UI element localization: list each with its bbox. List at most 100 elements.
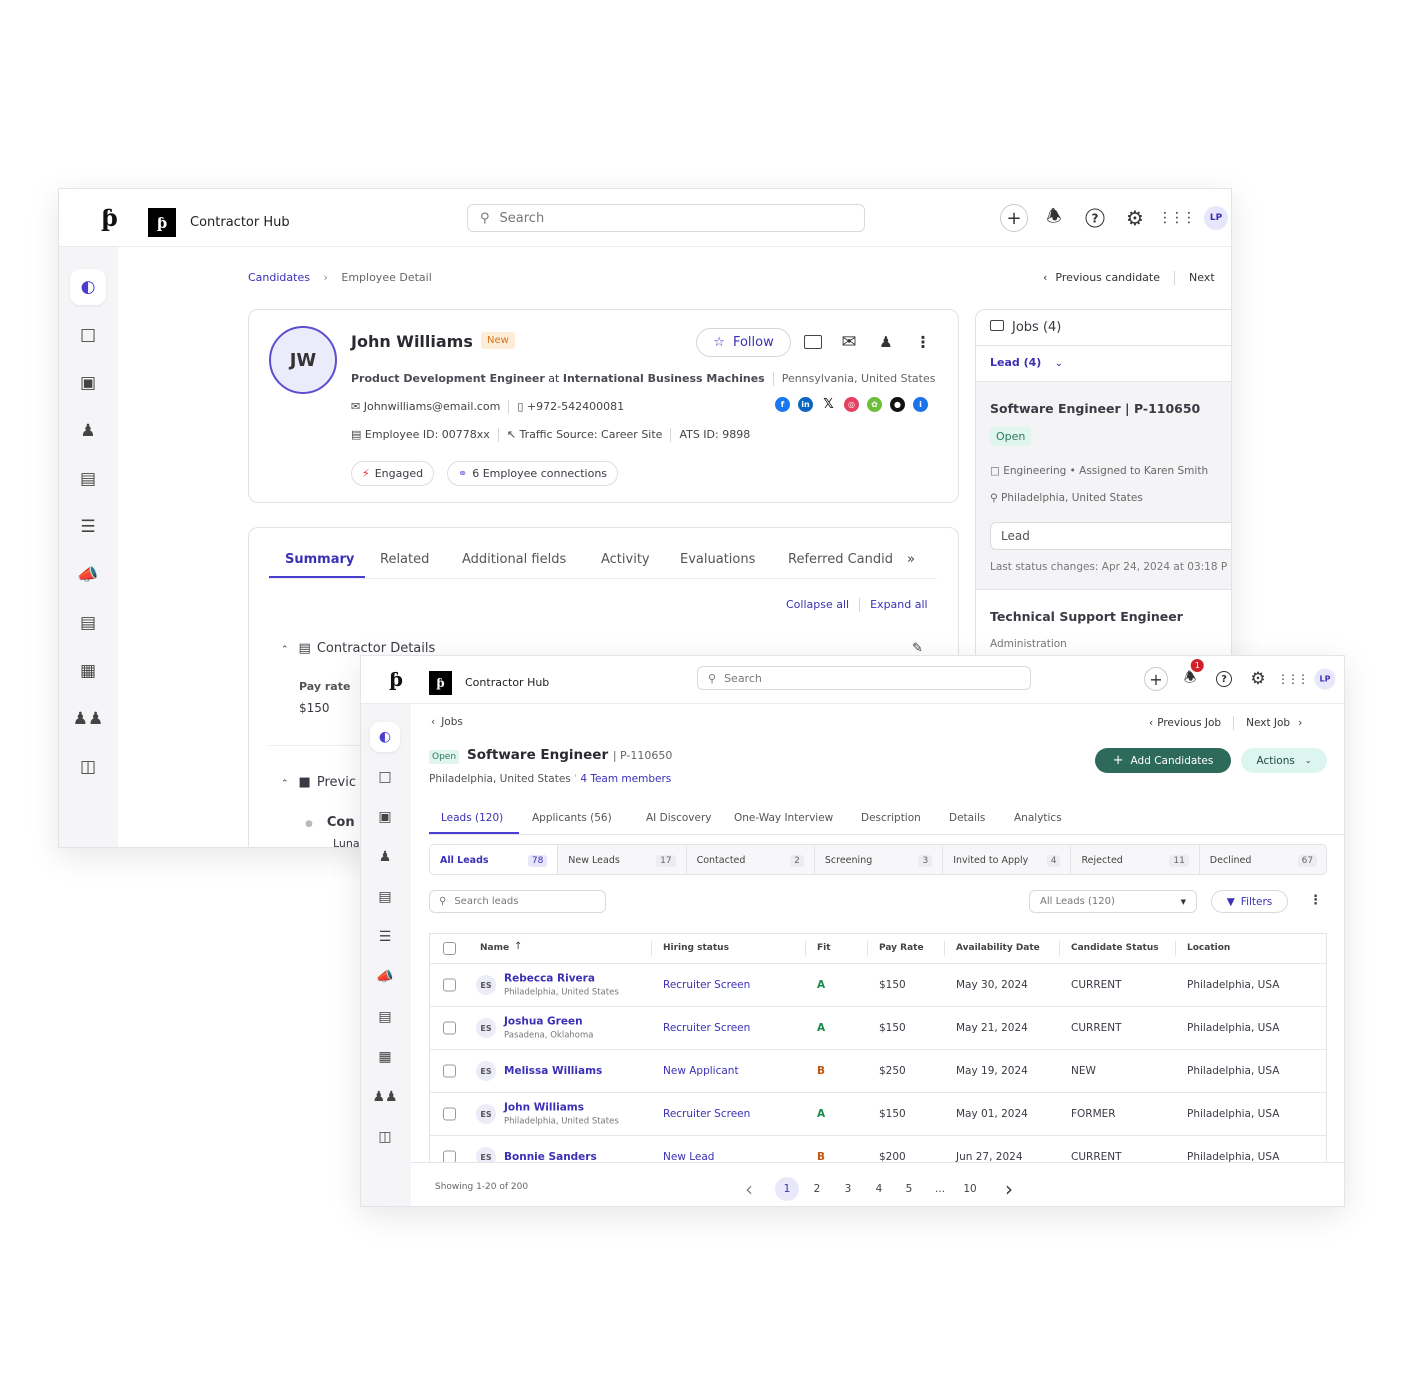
sidebar-item-messages[interactable]: ▤: [70, 605, 106, 641]
facebook-icon[interactable]: f: [775, 397, 790, 412]
sidebar-item-dashboard[interactable]: ◐: [70, 269, 106, 305]
next-candidate-link[interactable]: Next: [1189, 271, 1215, 284]
user-avatar[interactable]: LP: [1314, 668, 1336, 690]
add-button[interactable]: +: [1000, 204, 1028, 232]
table-row[interactable]: ES Joshua Green Pasadena, Oklahoma Recruite…: [430, 1006, 1326, 1049]
back-to-jobs-link[interactable]: ‹ Jobs: [431, 716, 463, 728]
row-checkbox[interactable]: [443, 1021, 456, 1035]
sort-ascending-icon[interactable]: ↑: [514, 941, 522, 952]
page-1[interactable]: 1: [775, 1177, 799, 1201]
sidebar-item-candidates[interactable]: ♟: [370, 842, 400, 872]
more-options-button[interactable]: ⋮: [1309, 893, 1322, 908]
tab-evaluations[interactable]: Evaluations: [680, 552, 755, 567]
view-select[interactable]: All Leads (120) ▼: [1029, 890, 1197, 913]
hiring-status[interactable]: Recruiter Screen: [663, 1108, 750, 1120]
candidate-name-link[interactable]: Bonnie Sanders: [504, 1151, 597, 1162]
linkedin-icon[interactable]: in: [798, 397, 813, 412]
notifications-button[interactable]: 🕭 1: [1184, 659, 1204, 691]
row-checkbox[interactable]: [443, 1150, 456, 1162]
tab-additional-fields[interactable]: Additional fields: [462, 552, 566, 567]
sidebar-item-calendar[interactable]: ▦: [70, 653, 106, 689]
search-leads-input[interactable]: ⚲ Search leads: [429, 890, 606, 913]
email[interactable]: Johnwilliams@email.com: [364, 400, 501, 413]
page-4[interactable]: 4: [876, 1183, 883, 1195]
chip-declined[interactable]: Declined 67: [1199, 845, 1326, 874]
contractor-details-header[interactable]: ⌃ ▤ Contractor Details: [281, 641, 435, 656]
sidebar-item-campaigns[interactable]: 📣: [70, 557, 106, 593]
briefcase-button[interactable]: [804, 335, 822, 349]
hiring-status[interactable]: Recruiter Screen: [663, 1022, 750, 1034]
instagram-icon[interactable]: ◎: [844, 397, 859, 412]
chip-contacted[interactable]: Contacted 2: [686, 845, 815, 874]
tab-related[interactable]: Related: [380, 552, 429, 567]
chip-new-leads[interactable]: New Leads 17: [558, 845, 687, 874]
settings-button[interactable]: ⚙: [1250, 669, 1265, 689]
search-input[interactable]: ⚲ Search: [697, 666, 1031, 690]
column-header-candidate-status[interactable]: Candidate Status: [1071, 943, 1159, 953]
team-members-link[interactable]: 4 Team members: [580, 773, 671, 785]
table-row[interactable]: ES Bonnie Sanders New Lead B $200 Jun 27, 202…: [430, 1135, 1326, 1162]
previous-page-button[interactable]: ‹: [745, 1177, 753, 1201]
column-header-availability-date[interactable]: Availability Date: [956, 943, 1040, 953]
page-3[interactable]: 3: [845, 1183, 852, 1195]
table-row[interactable]: ES Melissa Williams New Applicant B $250 May …: [430, 1049, 1326, 1092]
sidebar-item-contractors[interactable]: ▤: [70, 461, 106, 497]
job-card-software-engineer[interactable]: Software Engineer | P-110650 Open □ Engi…: [976, 381, 1231, 590]
column-header-location[interactable]: Location: [1187, 943, 1230, 953]
row-checkbox[interactable]: [443, 1107, 456, 1121]
help-button[interactable]: ?: [1216, 671, 1232, 687]
candidate-name-link[interactable]: Melissa Williams: [504, 1065, 602, 1077]
tab-referred-candid[interactable]: Referred Candid: [788, 552, 906, 567]
hiring-status[interactable]: New Applicant: [663, 1065, 739, 1077]
more-button[interactable]: ⋮: [915, 333, 931, 352]
candidate-name-link[interactable]: Rebecca Rivera: [504, 973, 619, 985]
sidebar-item-calendar[interactable]: ▦: [370, 1042, 400, 1072]
page-2[interactable]: 2: [814, 1183, 821, 1195]
x-icon[interactable]: 𝕏: [821, 397, 836, 412]
tabs-more-button[interactable]: »: [907, 552, 915, 567]
sidebar-item-team[interactable]: ♟♟: [370, 1082, 400, 1112]
hiring-status[interactable]: Recruiter Screen: [663, 979, 750, 991]
table-row[interactable]: ES John Williams Philadelphia, United Stat…: [430, 1092, 1326, 1135]
github-icon[interactable]: ●: [890, 397, 905, 412]
filters-button[interactable]: ▼ Filters: [1211, 890, 1288, 913]
settings-button[interactable]: ⚙: [1126, 206, 1144, 230]
previous-job-link[interactable]: Previous Job: [1157, 717, 1221, 729]
apps-button[interactable]: ⋮⋮⋮: [1277, 672, 1309, 686]
lead-filter-dropdown[interactable]: Lead (4) ⌄: [990, 356, 1063, 369]
sidebar-item-presentation[interactable]: ▣: [70, 365, 106, 401]
column-header-fit[interactable]: Fit: [817, 943, 831, 953]
tab-details[interactable]: Details: [949, 812, 985, 824]
sidebar-item-lists[interactable]: ☰: [70, 509, 106, 545]
apps-button[interactable]: ⋮⋮⋮: [1158, 210, 1196, 226]
tab-summary[interactable]: Summary: [285, 552, 354, 567]
sidebar-item-campaigns[interactable]: 📣: [370, 962, 400, 992]
chip-screening[interactable]: Screening 3: [814, 845, 944, 874]
chip-rejected[interactable]: Rejected 11: [1071, 845, 1200, 874]
actions-button[interactable]: Actions ⌄: [1241, 748, 1327, 773]
select-all-checkbox[interactable]: [443, 942, 456, 955]
tab-one-way-interview[interactable]: One-Way Interview: [734, 812, 833, 824]
column-header-hiring-status[interactable]: Hiring status: [663, 943, 729, 953]
add-button[interactable]: +: [1144, 667, 1168, 691]
collapse-all-link[interactable]: Collapse all: [786, 598, 849, 611]
tab-description[interactable]: Description: [861, 812, 921, 824]
sidebar-item-dashboard[interactable]: ◐: [370, 722, 400, 752]
sidebar-item-documents[interactable]: ◫: [370, 1122, 400, 1152]
tab-applicants-56-[interactable]: Applicants (56): [532, 812, 612, 824]
sidebar-item-lists[interactable]: ☰: [370, 922, 400, 952]
candidate-name-link[interactable]: Joshua Green: [504, 1016, 593, 1028]
sidebar-item-jobs[interactable]: □: [70, 317, 106, 353]
sidebar-item-presentation[interactable]: ▣: [370, 802, 400, 832]
wechat-icon[interactable]: ✿: [867, 397, 882, 412]
sidebar-item-messages[interactable]: ▤: [370, 1002, 400, 1032]
edit-button[interactable]: ✎: [912, 641, 923, 656]
page-10[interactable]: 10: [963, 1183, 976, 1195]
tab-leads-120-[interactable]: Leads (120): [441, 812, 503, 824]
next-page-button[interactable]: ›: [1005, 1177, 1013, 1201]
add-candidates-button[interactable]: + Add Candidates: [1095, 748, 1231, 773]
next-job-link[interactable]: Next Job: [1246, 717, 1290, 729]
column-header-pay-rate[interactable]: Pay Rate: [879, 943, 924, 953]
notifications-button[interactable]: 🕭: [1046, 204, 1061, 233]
column-header-name[interactable]: Name: [480, 943, 509, 953]
